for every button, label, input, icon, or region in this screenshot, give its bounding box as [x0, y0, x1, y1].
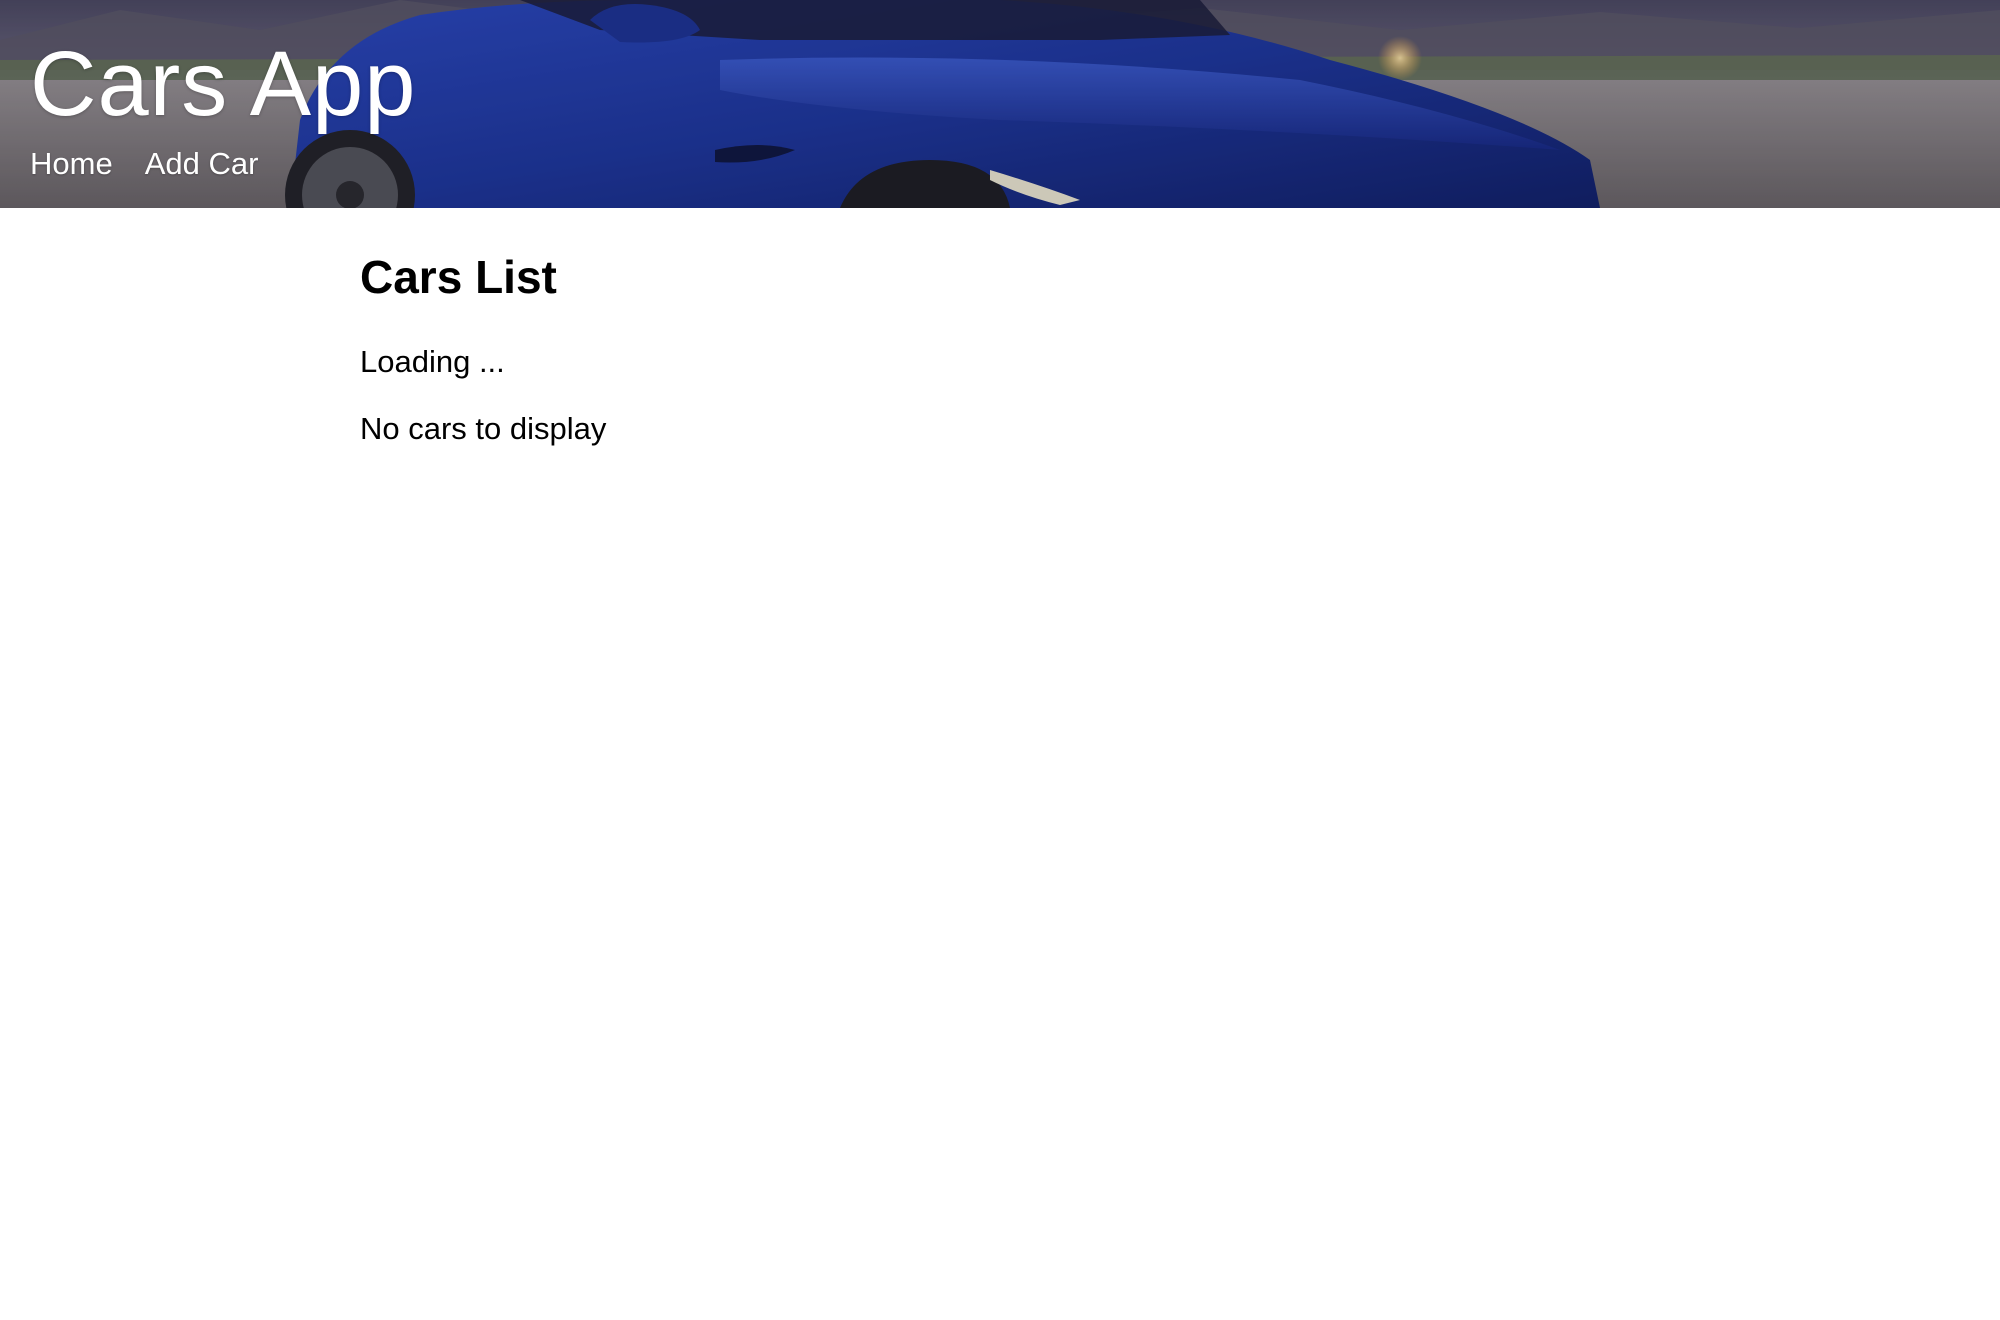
- header-banner: Cars App Home Add Car: [0, 0, 2000, 208]
- header-content: Cars App Home Add Car: [30, 38, 416, 179]
- main-content: Cars List Loading ... No cars to display: [360, 208, 1640, 448]
- page-title: Cars List: [360, 251, 557, 303]
- empty-state-message: No cars to display: [360, 411, 607, 447]
- app-title: Cars App: [30, 33, 417, 135]
- main-nav: Home Add Car: [30, 148, 416, 179]
- loading-message: Loading ...: [360, 344, 505, 380]
- nav-link-add-car[interactable]: Add Car: [145, 148, 259, 179]
- nav-link-home[interactable]: Home: [30, 148, 113, 179]
